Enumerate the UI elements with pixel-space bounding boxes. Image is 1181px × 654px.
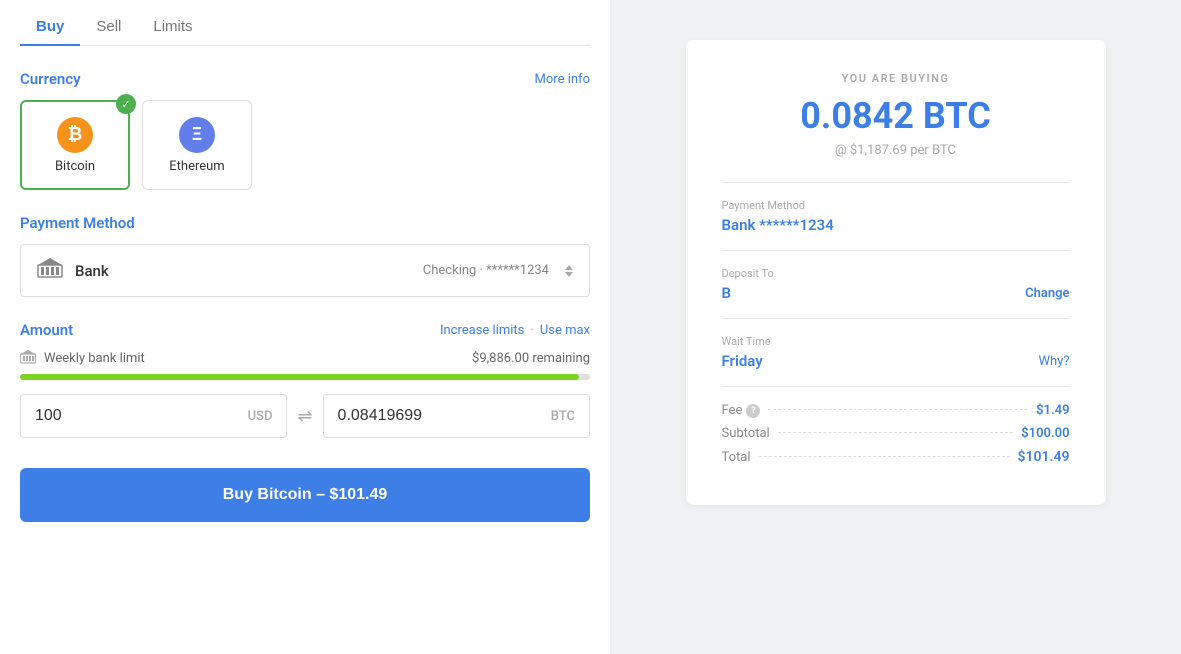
dropdown-arrow[interactable]: [565, 265, 573, 277]
bank-name: Bank: [75, 262, 109, 280]
swap-icon[interactable]: ⇌: [297, 406, 312, 427]
payment-right: Checking · ******1234: [423, 263, 573, 278]
btc-input-wrap: BTC: [323, 394, 590, 438]
usd-currency: USD: [248, 409, 273, 424]
wait-time-value-row: Friday Why?: [722, 352, 1070, 370]
tab-sell[interactable]: Sell: [80, 8, 137, 45]
progress-bar: [20, 374, 590, 380]
divider-4: [722, 386, 1070, 387]
btc-input[interactable]: [338, 407, 528, 425]
amount-title: Amount: [20, 321, 73, 339]
left-panel: Buy Sell Limits Currency More info ✓ ₿ B…: [0, 0, 610, 654]
selected-check: ✓: [116, 94, 136, 114]
total-label: Total: [722, 450, 751, 465]
payment-header: Payment Method: [20, 214, 590, 232]
you-are-buying-label: YOU ARE BUYING: [722, 72, 1070, 85]
amount-section: Amount Increase limits · Use max Weekly …: [20, 321, 590, 438]
divider-3: [722, 318, 1070, 319]
payment-method-value: Bank ******1234: [722, 216, 834, 234]
fee-dots: [768, 409, 1028, 410]
progress-bar-fill: [20, 374, 579, 380]
bank-icon: [37, 257, 63, 284]
btc-amount-display: 0.0842 BTC: [722, 95, 1070, 137]
payment-section: Payment Method Bank Checking · ****: [20, 214, 590, 297]
currency-card-ethereum[interactable]: Ξ Ethereum: [142, 100, 252, 190]
bitcoin-icon: ₿: [57, 117, 93, 153]
change-link[interactable]: Change: [1025, 286, 1069, 301]
divider-2: [722, 250, 1070, 251]
payment-method-row: Payment Method Bank ******1234: [722, 199, 1070, 234]
deposit-to-value: B: [722, 284, 732, 302]
bank-limit-row: Weekly bank limit $9,886.00 remaining: [20, 349, 590, 368]
fee-value: $1.49: [1036, 403, 1069, 418]
fee-label: Fee ?: [722, 403, 761, 418]
fee-info-icon[interactable]: ?: [746, 404, 760, 418]
currency-cards: ✓ ₿ Bitcoin Ξ Ethereum: [20, 100, 590, 190]
ethereum-icon: Ξ: [179, 117, 215, 153]
bitcoin-label: Bitcoin: [55, 159, 95, 174]
fee-row: Fee ? $1.49: [722, 403, 1070, 418]
bank-limit-icon: [20, 349, 36, 368]
currency-title: Currency: [20, 70, 81, 88]
why-link[interactable]: Why?: [1039, 354, 1070, 369]
subtotal-label: Subtotal: [722, 426, 770, 441]
tab-limits[interactable]: Limits: [137, 8, 208, 45]
right-panel: YOU ARE BUYING 0.0842 BTC @ $1,187.69 pe…: [610, 0, 1181, 654]
deposit-to-value-row: B Change: [722, 284, 1070, 302]
tabs-container: Buy Sell Limits: [20, 0, 590, 46]
wait-time-label: Wait Time: [722, 335, 1070, 348]
wait-time-row: Wait Time Friday Why?: [722, 335, 1070, 370]
increase-limits-link[interactable]: Increase limits: [440, 323, 524, 338]
amount-inputs: USD ⇌ BTC: [20, 394, 590, 438]
total-row: Total $101.49: [722, 449, 1070, 465]
payment-title: Payment Method: [20, 214, 135, 232]
payment-left: Bank: [37, 257, 109, 284]
payment-method-row-value: Bank ******1234: [722, 216, 1070, 234]
tab-buy[interactable]: Buy: [20, 8, 80, 45]
subtotal-dots: [778, 432, 1014, 433]
usd-input[interactable]: [35, 407, 225, 425]
payment-dropdown[interactable]: Bank Checking · ******1234: [20, 244, 590, 297]
amount-header: Amount Increase limits · Use max: [20, 321, 590, 339]
amount-links: Increase limits · Use max: [440, 323, 590, 338]
btc-currency: BTC: [551, 409, 575, 424]
more-info-link[interactable]: More info: [535, 72, 590, 87]
bank-limit-value: $9,886.00 remaining: [472, 351, 590, 366]
use-max-link[interactable]: Use max: [540, 323, 590, 338]
divider-1: [722, 182, 1070, 183]
bank-limit-label: Weekly bank limit: [44, 351, 464, 366]
deposit-to-label: Deposit To: [722, 267, 1070, 280]
total-dots: [759, 456, 1010, 457]
subtotal-value: $100.00: [1021, 426, 1069, 441]
total-value: $101.49: [1018, 449, 1070, 465]
payment-method-row-label: Payment Method: [722, 199, 1070, 212]
btc-rate-display: @ $1,187.69 per BTC: [722, 143, 1070, 158]
subtotal-row: Subtotal $100.00: [722, 426, 1070, 441]
currency-card-bitcoin[interactable]: ✓ ₿ Bitcoin: [20, 100, 130, 190]
bank-detail: Checking · ******1234: [423, 263, 549, 278]
deposit-to-row: Deposit To B Change: [722, 267, 1070, 302]
ethereum-label: Ethereum: [169, 159, 224, 174]
usd-input-wrap: USD: [20, 394, 287, 438]
buy-button[interactable]: Buy Bitcoin – $101.49: [20, 468, 590, 522]
currency-section-header: Currency More info: [20, 70, 590, 88]
order-summary: YOU ARE BUYING 0.0842 BTC @ $1,187.69 pe…: [686, 40, 1106, 505]
wait-time-value: Friday: [722, 352, 763, 370]
